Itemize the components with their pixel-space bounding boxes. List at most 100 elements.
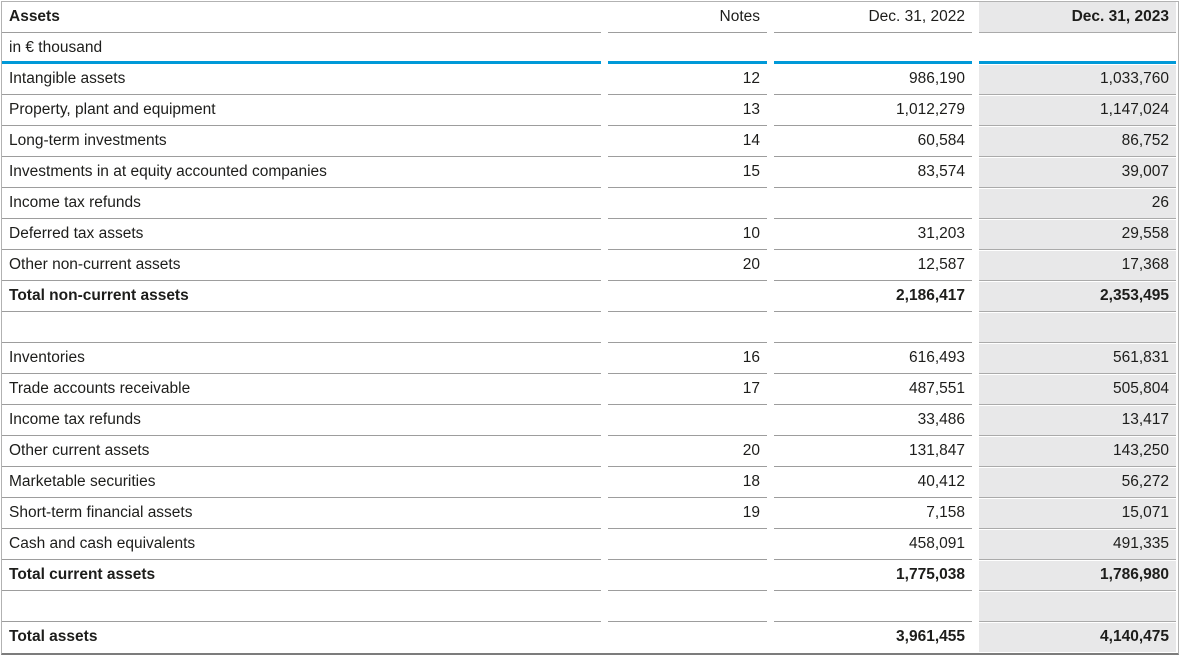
table-row: Investments in at equity accounted compa… xyxy=(2,157,1178,188)
note-cell: 15 xyxy=(608,157,767,188)
table-row: Marketable securities1840,41256,272 xyxy=(2,467,1178,498)
row-label: Other non-current assets xyxy=(2,250,601,281)
unit-row-notes-cell xyxy=(608,33,767,64)
row-label: Investments in at equity accounted compa… xyxy=(2,157,601,188)
spacer-row xyxy=(2,591,1178,622)
row-label: Cash and cash equivalents xyxy=(2,529,601,560)
value-2023-cell: 561,831 xyxy=(979,343,1176,374)
note-cell xyxy=(608,591,767,622)
note-cell xyxy=(608,188,767,219)
table-row: Other non-current assets2012,58717,368 xyxy=(2,250,1178,281)
value-2023-cell xyxy=(979,591,1176,622)
note-cell xyxy=(608,312,767,343)
value-2022-cell: 3,961,455 xyxy=(774,622,972,653)
value-2023-cell: 17,368 xyxy=(979,250,1176,281)
value-2022-cell: 1,775,038 xyxy=(774,560,972,591)
table-row: Intangible assets12986,1901,033,760 xyxy=(2,64,1178,95)
table-header-row: Assets Notes Dec. 31, 2022 Dec. 31, 2023 xyxy=(2,2,1178,33)
value-2023-cell: 26 xyxy=(979,188,1176,219)
note-cell xyxy=(608,405,767,436)
value-2022-cell: 40,412 xyxy=(774,467,972,498)
value-2023-cell: 13,417 xyxy=(979,405,1176,436)
row-label: Property, plant and equipment xyxy=(2,95,601,126)
note-cell: 19 xyxy=(608,498,767,529)
value-2022-cell: 458,091 xyxy=(774,529,972,560)
note-cell: 13 xyxy=(608,95,767,126)
balance-sheet-assets-table: Assets Notes Dec. 31, 2022 Dec. 31, 2023… xyxy=(1,1,1179,655)
value-2022-cell: 1,012,279 xyxy=(774,95,972,126)
value-2023-cell: 505,804 xyxy=(979,374,1176,405)
note-cell: 20 xyxy=(608,250,767,281)
row-label: Deferred tax assets xyxy=(2,219,601,250)
row-label xyxy=(2,312,601,343)
value-2022-cell xyxy=(774,188,972,219)
table-row: Total assets 3,961,4554,140,475 xyxy=(2,622,1178,653)
value-2023-cell: 143,250 xyxy=(979,436,1176,467)
row-label: Total current assets xyxy=(2,560,601,591)
table-row: Long-term investments1460,58486,752 xyxy=(2,126,1178,157)
unit-label: in € thousand xyxy=(2,33,601,64)
note-cell: 14 xyxy=(608,126,767,157)
row-label: Income tax refunds xyxy=(2,405,601,436)
note-cell xyxy=(608,560,767,591)
column-header-assets: Assets xyxy=(2,2,601,33)
note-cell xyxy=(608,529,767,560)
value-2022-cell xyxy=(774,312,972,343)
table-row: Inventories16616,493561,831 xyxy=(2,343,1178,374)
table-row: Deferred tax assets1031,20329,558 xyxy=(2,219,1178,250)
note-cell xyxy=(608,281,767,312)
value-2022-cell: 131,847 xyxy=(774,436,972,467)
table-row: Income tax refunds 26 xyxy=(2,188,1178,219)
table-row: Other current assets20131,847143,250 xyxy=(2,436,1178,467)
value-2022-cell: 2,186,417 xyxy=(774,281,972,312)
note-cell xyxy=(608,622,767,653)
value-2023-cell: 86,752 xyxy=(979,126,1176,157)
table-row: Property, plant and equipment131,012,279… xyxy=(2,95,1178,126)
unit-row-2022-cell xyxy=(774,33,972,64)
value-2022-cell xyxy=(774,591,972,622)
value-2022-cell: 616,493 xyxy=(774,343,972,374)
column-header-dec-31-2023: Dec. 31, 2023 xyxy=(979,2,1176,33)
note-cell: 18 xyxy=(608,467,767,498)
unit-row: in € thousand xyxy=(2,33,1178,64)
note-cell: 20 xyxy=(608,436,767,467)
table-row: Total current assets 1,775,0381,786,980 xyxy=(2,560,1178,591)
row-label: Other current assets xyxy=(2,436,601,467)
table-row: Total non-current assets 2,186,4172,353,4… xyxy=(2,281,1178,312)
row-label: Inventories xyxy=(2,343,601,374)
row-label: Total non-current assets xyxy=(2,281,601,312)
table-row: Income tax refunds 33,48613,417 xyxy=(2,405,1178,436)
row-label: Income tax refunds xyxy=(2,188,601,219)
note-cell: 10 xyxy=(608,219,767,250)
table-body: Intangible assets12986,1901,033,760Prope… xyxy=(2,64,1178,653)
value-2022-cell: 60,584 xyxy=(774,126,972,157)
value-2023-cell: 1,147,024 xyxy=(979,95,1176,126)
value-2023-cell: 29,558 xyxy=(979,219,1176,250)
note-cell: 17 xyxy=(608,374,767,405)
row-label: Intangible assets xyxy=(2,64,601,95)
value-2023-cell: 4,140,475 xyxy=(979,622,1176,653)
value-2023-cell: 1,786,980 xyxy=(979,560,1176,591)
spacer-row xyxy=(2,312,1178,343)
row-label: Short-term financial assets xyxy=(2,498,601,529)
note-cell: 12 xyxy=(608,64,767,95)
value-2023-cell: 56,272 xyxy=(979,467,1176,498)
row-label: Marketable securities xyxy=(2,467,601,498)
value-2022-cell: 986,190 xyxy=(774,64,972,95)
row-label: Long-term investments xyxy=(2,126,601,157)
value-2023-cell: 1,033,760 xyxy=(979,64,1176,95)
column-header-dec-31-2022: Dec. 31, 2022 xyxy=(774,2,972,33)
value-2022-cell: 7,158 xyxy=(774,498,972,529)
table-row: Cash and cash equivalents 458,091491,335 xyxy=(2,529,1178,560)
value-2023-cell: 39,007 xyxy=(979,157,1176,188)
note-cell: 16 xyxy=(608,343,767,374)
value-2023-cell xyxy=(979,312,1176,343)
value-2023-cell: 15,071 xyxy=(979,498,1176,529)
table-row: Short-term financial assets197,15815,071 xyxy=(2,498,1178,529)
unit-row-2023-cell xyxy=(979,33,1176,64)
value-2022-cell: 33,486 xyxy=(774,405,972,436)
row-label: Total assets xyxy=(2,622,601,653)
value-2023-cell: 2,353,495 xyxy=(979,281,1176,312)
value-2023-cell: 491,335 xyxy=(979,529,1176,560)
row-label: Trade accounts receivable xyxy=(2,374,601,405)
